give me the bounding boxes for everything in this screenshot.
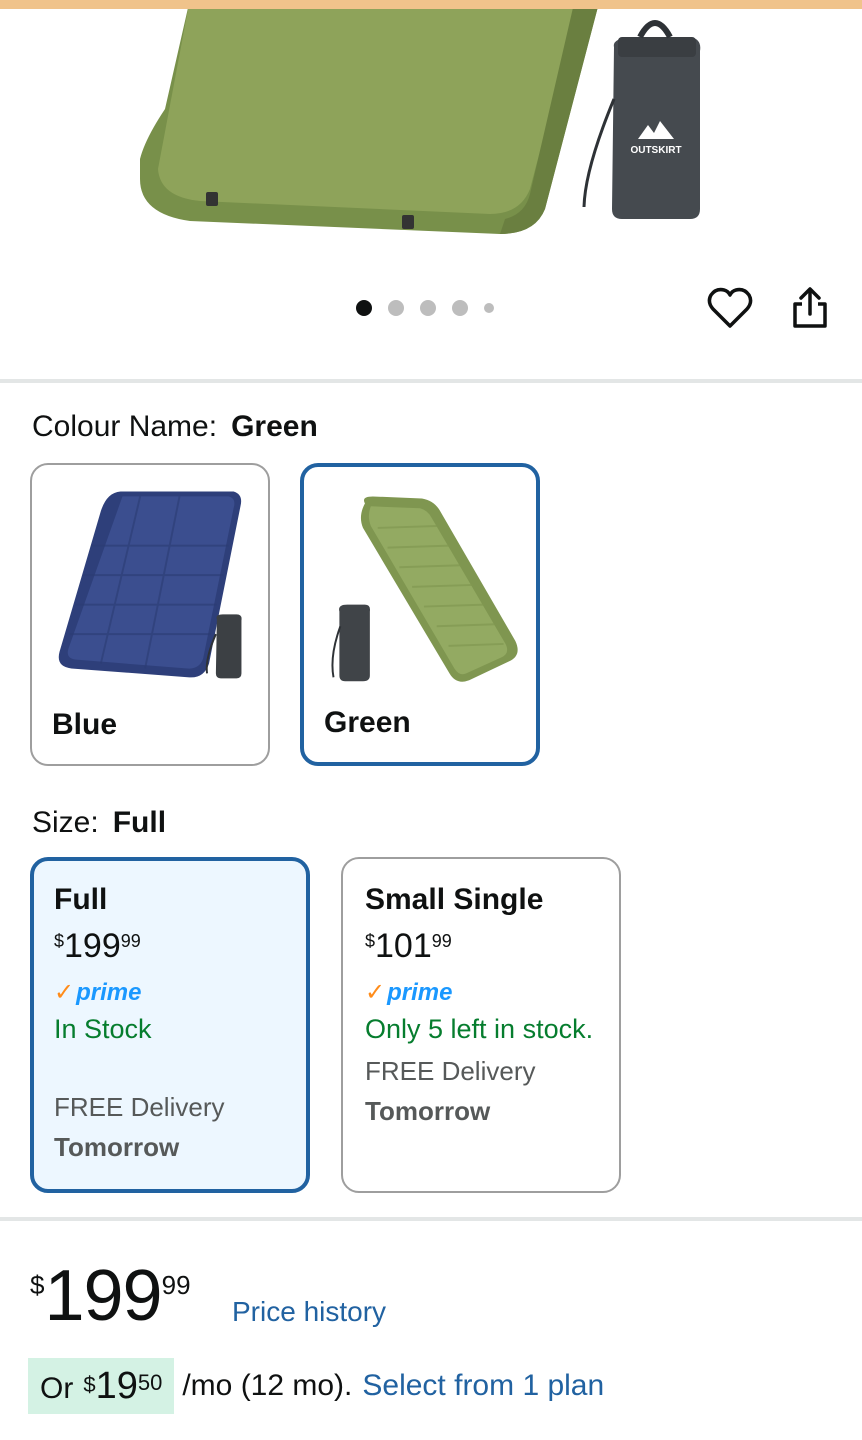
colour-swatch-green[interactable]: Green <box>300 463 540 766</box>
current-price: $199 99 <box>30 1258 191 1334</box>
mattress-hero-illustration: OUTSKIRT <box>140 9 701 234</box>
size-option-price: $199 99 <box>54 927 286 966</box>
installment-currency: $ <box>83 1372 96 1397</box>
select-plan-link[interactable]: Select from 1 plan <box>362 1369 604 1403</box>
delivery-when: Tomorrow <box>365 1096 491 1126</box>
image-carousel-dots <box>356 300 494 316</box>
delivery-when: Tomorrow <box>54 1132 180 1162</box>
brand-logo-text: OUTSKIRT <box>630 145 681 156</box>
share-icon <box>793 287 827 328</box>
top-accent-bar <box>0 0 862 9</box>
installment-or-text: Or <box>40 1372 74 1405</box>
colour-label: Colour Name: Green <box>32 410 318 444</box>
price-currency: $ <box>30 1270 45 1300</box>
carousel-dot[interactable] <box>452 300 468 316</box>
colour-swatch-blue[interactable]: Blue <box>30 463 270 766</box>
installment-offer: Or $19 50 /mo (12 mo). Select from 1 plan <box>28 1358 604 1414</box>
installment-amount-badge: Or $19 50 <box>28 1358 175 1414</box>
price-history-link[interactable]: Price history <box>232 1296 386 1328</box>
prime-label: prime <box>76 978 142 1006</box>
swatch-label-green: Green <box>324 706 411 739</box>
swatch-label-blue: Blue <box>52 708 118 741</box>
size-option-full[interactable]: Full $199 99 ✓ prime In Stock FREE Deliver… <box>30 857 310 1193</box>
price-currency: $ <box>365 931 376 951</box>
delivery-info: FREE Delivery Tomorrow <box>54 1087 286 1167</box>
carousel-dot[interactable] <box>484 303 494 313</box>
size-label-text: Size: <box>32 806 99 839</box>
size-option-price: $101 99 <box>365 927 597 966</box>
green-mattress-thumbnail <box>331 496 518 682</box>
share-button[interactable] <box>786 284 834 332</box>
colour-selected-value: Green <box>231 410 318 443</box>
carousel-dot[interactable] <box>388 300 404 316</box>
prime-badge: ✓ prime <box>54 978 286 1007</box>
prime-check-icon: ✓ <box>54 979 75 1006</box>
stock-status: Only 5 left in stock. <box>365 1014 594 1044</box>
price-whole: 199 <box>44 1256 162 1336</box>
installment-term: /mo (12 mo). <box>182 1369 353 1402</box>
installment-cents: 50 <box>137 1370 163 1395</box>
price-whole: 199 <box>64 927 121 965</box>
size-label: Size: Full <box>32 806 166 840</box>
price-cents: 99 <box>431 931 452 951</box>
prime-badge: ✓ prime <box>365 978 597 1007</box>
prime-label: prime <box>387 978 453 1006</box>
heart-icon <box>707 287 753 328</box>
price-currency: $ <box>54 931 65 951</box>
stock-status: In Stock <box>54 1014 152 1044</box>
size-option-title: Small Single <box>365 883 544 916</box>
price-whole: 101 <box>375 927 432 965</box>
carousel-dot[interactable] <box>420 300 436 316</box>
delivery-info: FREE Delivery Tomorrow <box>365 1051 597 1131</box>
carousel-dot[interactable] <box>356 300 372 316</box>
price-cents: 99 <box>120 931 141 951</box>
price-cents: 99 <box>161 1270 191 1300</box>
section-divider <box>0 1217 862 1221</box>
size-selected-value: Full <box>112 806 167 839</box>
delivery-text: FREE Delivery <box>54 1092 225 1122</box>
delivery-text: FREE Delivery <box>365 1056 536 1086</box>
installment-whole: 19 <box>95 1365 138 1407</box>
blue-mattress-thumbnail <box>58 491 242 679</box>
size-option-small-single[interactable]: Small Single $101 99 ✓ prime Only 5 left i… <box>341 857 621 1193</box>
section-divider <box>0 379 862 383</box>
size-option-title: Full <box>54 883 108 916</box>
product-image[interactable]: OUTSKIRT <box>0 9 862 279</box>
prime-check-icon: ✓ <box>365 979 386 1006</box>
colour-label-text: Colour Name: <box>32 410 218 443</box>
wishlist-button[interactable] <box>706 286 754 332</box>
